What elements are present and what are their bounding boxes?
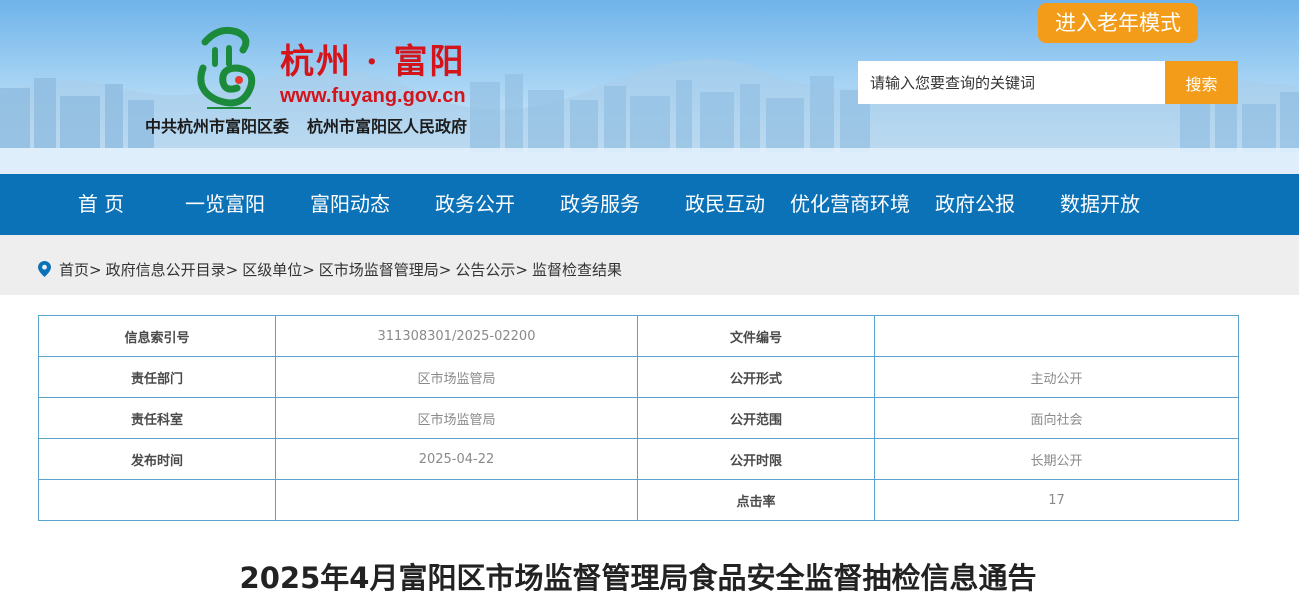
nav-item-interaction[interactable]: 政民互动 (674, 174, 776, 235)
value-disclosure-period: 长期公开 (874, 438, 1239, 480)
site-name: 杭州 · 富阳 (280, 42, 466, 82)
value-click-count: 17 (874, 479, 1239, 521)
breadcrumb-separator: > (302, 261, 315, 279)
nav-item-overview[interactable]: 一览富阳 (174, 174, 276, 235)
value-document-number (874, 315, 1239, 357)
breadcrumb-separator: > (225, 261, 239, 279)
search-input[interactable] (858, 61, 1165, 104)
nav-item-business-environment[interactable]: 优化营商环境 (786, 174, 914, 235)
breadcrumb-market-bureau[interactable]: 区市场监督管理局 (319, 261, 439, 279)
breadcrumb-district-units[interactable]: 区级单位 (242, 261, 302, 279)
label-responsible-department: 责任部门 (38, 356, 276, 398)
value-index-number: 311308301/2025-02200 (275, 315, 638, 357)
value-disclosure-form: 主动公开 (874, 356, 1239, 398)
label-publish-date: 发布时间 (38, 438, 276, 480)
label-responsible-section: 责任科室 (38, 397, 276, 439)
breadcrumb-separator: > (438, 261, 452, 279)
breadcrumb: 首页> 政府信息公开目录> 区级单位> 区市场监督管理局> 公告公示> 监督检查结果 (38, 235, 622, 295)
nav-item-gov-services[interactable]: 政务服务 (549, 174, 651, 235)
label-click-count: 点击率 (637, 479, 875, 521)
table-row: 责任部门 区市场监管局 公开形式 主动公开 (38, 356, 1239, 398)
header-banner: 杭州 · 富阳 www.fuyang.gov.cn 中共杭州市富阳区委 杭州市富阳… (0, 0, 1299, 174)
nav-item-gov-gazette[interactable]: 政府公报 (924, 174, 1026, 235)
document-info-table: 信息索引号 311308301/2025-02200 文件编号 责任部门 区市场… (38, 315, 1239, 521)
value-responsible-section: 区市场监管局 (275, 397, 638, 439)
table-row: 责任科室 区市场监管局 公开范围 面向社会 (38, 397, 1239, 439)
main-navigation: 首 页 一览富阳 富阳动态 政务公开 政务服务 政民互动 优化营商环境 政府公报… (0, 174, 1299, 235)
elder-mode-button[interactable]: 进入老年模式 (1038, 3, 1198, 43)
site-url[interactable]: www.fuyang.gov.cn (280, 84, 466, 108)
breadcrumb-separator: > (89, 261, 102, 279)
label-disclosure-scope: 公开范围 (637, 397, 875, 439)
nav-item-gov-disclosure[interactable]: 政务公开 (424, 174, 526, 235)
value-empty (275, 479, 638, 521)
table-row: 发布时间 2025-04-22 公开时限 长期公开 (38, 438, 1239, 480)
nav-item-news[interactable]: 富阳动态 (299, 174, 401, 235)
breadcrumb-home[interactable]: 首页 (59, 261, 89, 279)
label-empty (38, 479, 276, 521)
label-disclosure-period: 公开时限 (637, 438, 875, 480)
nav-item-home[interactable]: 首 页 (62, 174, 140, 235)
fuyang-logo-icon (197, 26, 256, 109)
label-document-number: 文件编号 (637, 315, 875, 357)
label-disclosure-form: 公开形式 (637, 356, 875, 398)
org-government: 杭州市富阳区人民政府 (307, 117, 468, 136)
value-responsible-department: 区市场监管局 (275, 356, 638, 398)
nav-item-open-data[interactable]: 数据开放 (1049, 174, 1151, 235)
breadcrumb-announcements[interactable]: 公告公示 (455, 261, 515, 279)
search-button[interactable]: 搜索 (1165, 61, 1238, 104)
value-publish-date: 2025-04-22 (275, 438, 638, 480)
value-disclosure-scope: 面向社会 (874, 397, 1239, 439)
breadcrumb-info-directory[interactable]: 政府信息公开目录 (106, 261, 226, 279)
breadcrumb-current[interactable]: 监督检查结果 (532, 261, 622, 279)
label-index-number: 信息索引号 (38, 315, 276, 357)
article-title: 2025年4月富阳区市场监督管理局食品安全监督抽检信息通告 (239, 561, 1037, 595)
location-pin-icon (38, 261, 51, 277)
breadcrumb-bar: 首页> 政府信息公开目录> 区级单位> 区市场监督管理局> 公告公示> 监督检查结果 (0, 235, 1299, 295)
org-party-committee: 中共杭州市富阳区委 (145, 117, 290, 136)
table-row: 点击率 17 (38, 479, 1239, 521)
breadcrumb-separator: > (515, 261, 528, 279)
table-row: 信息索引号 311308301/2025-02200 文件编号 (38, 315, 1239, 357)
organization-names: 中共杭州市富阳区委 杭州市富阳区人民政府 (145, 116, 467, 138)
